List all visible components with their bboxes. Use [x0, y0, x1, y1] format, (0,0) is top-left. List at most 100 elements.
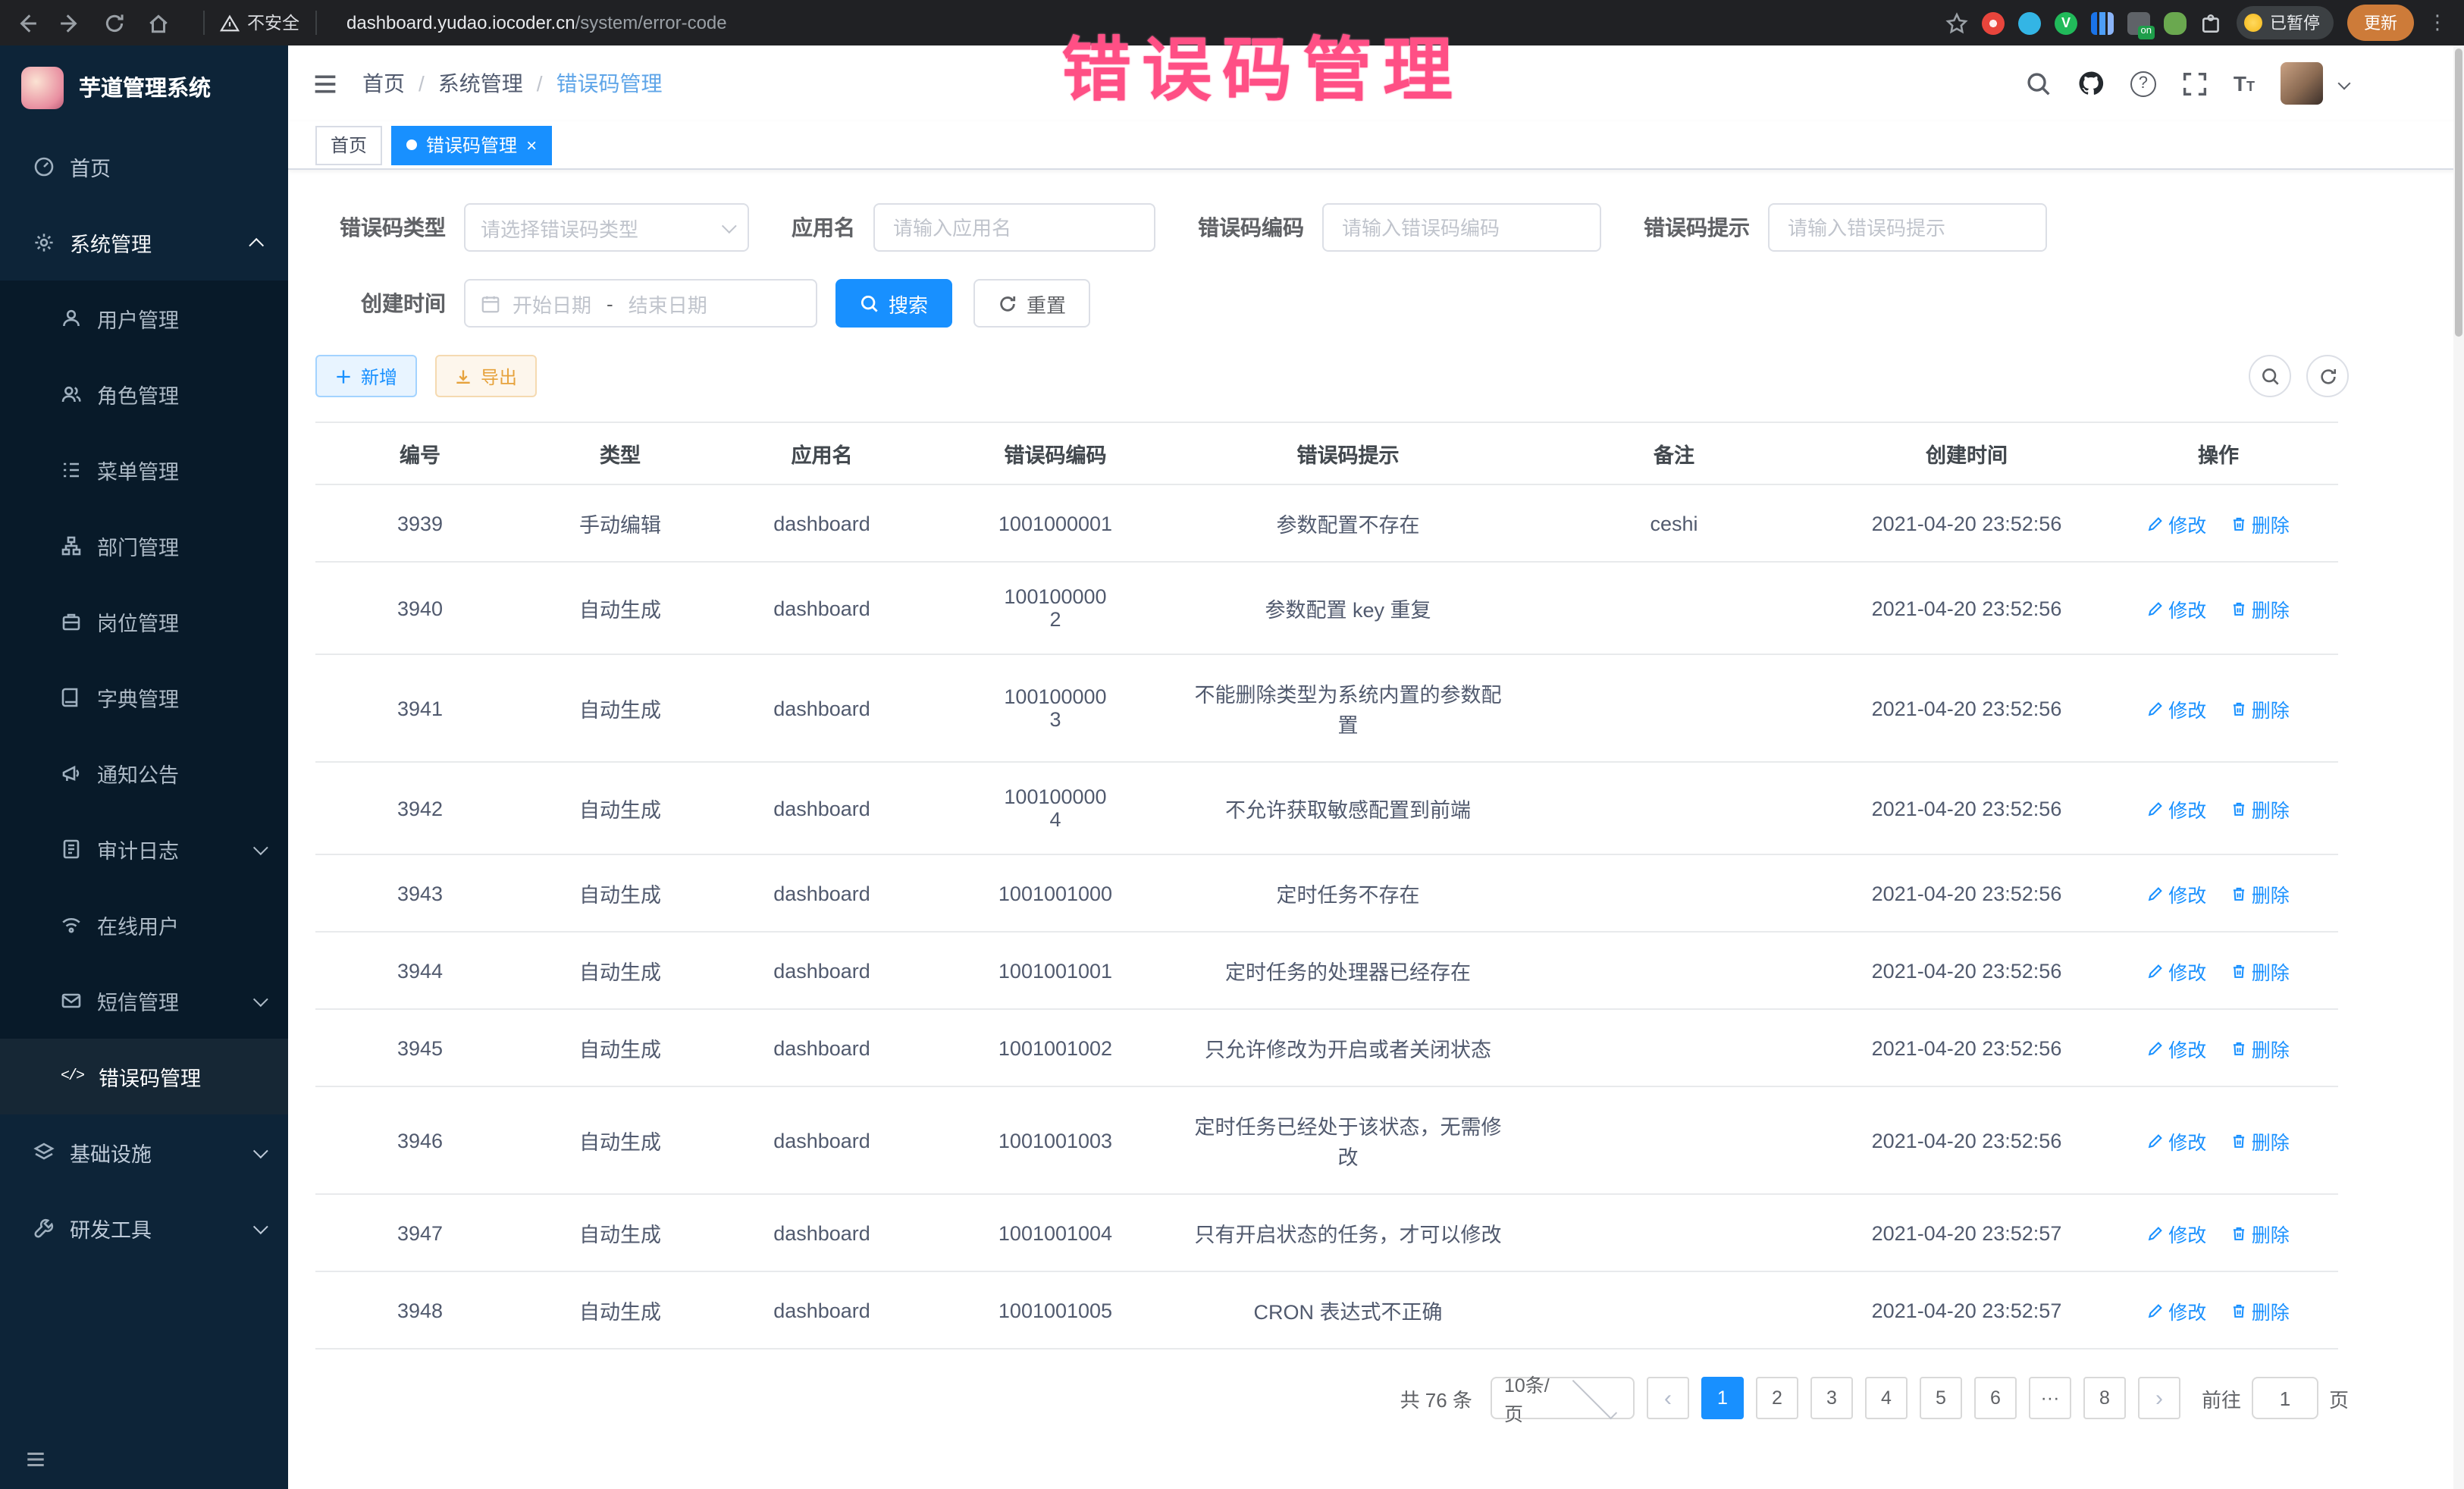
- page-button[interactable]: 5: [1920, 1377, 1962, 1419]
- forward-icon[interactable]: [59, 11, 82, 34]
- font-size-icon[interactable]: TT: [2234, 71, 2255, 96]
- tab-error-codes[interactable]: 错误码管理 ×: [391, 125, 552, 165]
- fullscreen-icon[interactable]: [2182, 71, 2208, 96]
- tab-home[interactable]: 首页: [315, 125, 382, 165]
- edit-link[interactable]: 修改: [2147, 1033, 2206, 1062]
- toggle-search-button[interactable]: [2249, 355, 2291, 397]
- page-button[interactable]: 6: [1974, 1377, 2017, 1419]
- back-icon[interactable]: [15, 11, 38, 34]
- delete-link[interactable]: 删除: [2230, 509, 2290, 538]
- page-size-select[interactable]: 10条/页: [1491, 1377, 1635, 1419]
- edit-link[interactable]: 修改: [2147, 1126, 2206, 1155]
- delete-link[interactable]: 删除: [2230, 879, 2290, 908]
- sidebar-item-posts[interactable]: 岗位管理: [0, 584, 288, 660]
- envelope-icon: [61, 990, 82, 1011]
- delete-link[interactable]: 删除: [2230, 1126, 2290, 1155]
- home-icon[interactable]: [147, 11, 170, 34]
- sidebar-item-sms[interactable]: 短信管理: [0, 963, 288, 1039]
- megaphone-icon: [61, 763, 82, 784]
- search-button[interactable]: 搜索: [835, 279, 952, 328]
- edit-link[interactable]: 修改: [2147, 1218, 2206, 1247]
- delete-link[interactable]: 删除: [2230, 694, 2290, 723]
- paused-badge[interactable]: 已暂停: [2237, 6, 2334, 39]
- page-button[interactable]: ···: [2029, 1377, 2071, 1419]
- date-range-picker[interactable]: 开始日期 - 结束日期: [464, 279, 817, 328]
- edit-link[interactable]: 修改: [2147, 879, 2206, 908]
- delete-link[interactable]: 删除: [2230, 1296, 2290, 1324]
- sidebar-item-dictionary[interactable]: 字典管理: [0, 660, 288, 735]
- delete-link[interactable]: 删除: [2230, 956, 2290, 985]
- error-code-input[interactable]: [1322, 203, 1601, 252]
- security-indicator[interactable]: 不安全: [220, 11, 299, 35]
- sidebar-item-error-codes[interactable]: </> 错误码管理: [0, 1039, 288, 1114]
- edit-link[interactable]: 修改: [2147, 956, 2206, 985]
- avatar[interactable]: [2281, 62, 2323, 105]
- goto-page-input[interactable]: [2252, 1377, 2318, 1419]
- scrollbar[interactable]: [2453, 45, 2464, 1489]
- sidebar-item-notices[interactable]: 通知公告: [0, 735, 288, 811]
- extension-icon[interactable]: [2018, 11, 2041, 34]
- edit-link[interactable]: 修改: [2147, 1296, 2206, 1324]
- reload-icon[interactable]: [103, 11, 126, 34]
- user-icon: [61, 308, 82, 329]
- sidebar-item-online-users[interactable]: 在线用户: [0, 887, 288, 963]
- add-button[interactable]: 新增: [315, 355, 417, 397]
- sidebar-item-menus[interactable]: 菜单管理: [0, 432, 288, 508]
- cell-remark: [1513, 932, 1835, 1009]
- next-page-button[interactable]: ›: [2138, 1377, 2180, 1419]
- app-name-input[interactable]: [873, 203, 1155, 252]
- sidebar-item-system[interactable]: 系统管理: [0, 205, 288, 281]
- table-header-row: 编号类型应用名错误码编码错误码提示备注创建时间操作: [315, 422, 2338, 484]
- breadcrumb-system[interactable]: 系统管理: [438, 68, 523, 99]
- edit-link[interactable]: 修改: [2147, 794, 2206, 823]
- sidebar-item-devtools[interactable]: 研发工具: [0, 1190, 288, 1266]
- update-button[interactable]: 更新: [2347, 5, 2414, 41]
- sidebar-item-departments[interactable]: 部门管理: [0, 508, 288, 584]
- sidebar-item-home[interactable]: 首页: [0, 129, 288, 205]
- page-button[interactable]: 3: [1810, 1377, 1853, 1419]
- page-button[interactable]: 1: [1701, 1377, 1744, 1419]
- sidebar-collapse-icon[interactable]: [24, 1448, 47, 1471]
- page-button[interactable]: 4: [1865, 1377, 1908, 1419]
- reset-button[interactable]: 重置: [973, 279, 1090, 328]
- hamburger-icon[interactable]: [312, 71, 338, 96]
- edit-link[interactable]: 修改: [2147, 509, 2206, 538]
- browser-menu-icon[interactable]: ⋮: [2428, 11, 2449, 35]
- bookmark-star-icon[interactable]: [1945, 11, 1968, 34]
- page-button[interactable]: 2: [1756, 1377, 1798, 1419]
- extensions-puzzle-icon[interactable]: [2200, 11, 2223, 34]
- export-button[interactable]: 导出: [435, 355, 537, 397]
- sidebar-item-infrastructure[interactable]: 基础设施: [0, 1114, 288, 1190]
- edit-link[interactable]: 修改: [2147, 594, 2206, 622]
- error-msg-input[interactable]: [1768, 203, 2047, 252]
- extension-icon[interactable]: V: [2055, 11, 2077, 34]
- delete-link[interactable]: 删除: [2230, 594, 2290, 622]
- extension-icon[interactable]: on: [2127, 11, 2150, 34]
- logo[interactable]: 芋道管理系统: [0, 45, 288, 129]
- column-header: 错误码提示: [1183, 422, 1513, 484]
- cell-type: 自动生成: [525, 1009, 716, 1086]
- sidebar-item-users[interactable]: 用户管理: [0, 281, 288, 356]
- scrollbar-thumb[interactable]: [2455, 49, 2462, 337]
- github-icon[interactable]: [2077, 70, 2105, 97]
- breadcrumb-home[interactable]: 首页: [362, 68, 405, 99]
- sidebar-item-roles[interactable]: 角色管理: [0, 356, 288, 432]
- edit-link[interactable]: 修改: [2147, 694, 2206, 723]
- delete-link[interactable]: 删除: [2230, 794, 2290, 823]
- chevron-down-icon[interactable]: [2338, 77, 2351, 90]
- prev-page-button[interactable]: ‹: [1647, 1377, 1689, 1419]
- refresh-button[interactable]: [2306, 355, 2349, 397]
- search-icon[interactable]: [2026, 71, 2052, 96]
- page-button[interactable]: 8: [2083, 1377, 2126, 1419]
- delete-link[interactable]: 删除: [2230, 1033, 2290, 1062]
- sidebar-item-audit-logs[interactable]: 审计日志: [0, 811, 288, 887]
- extension-icon[interactable]: [1982, 11, 2005, 34]
- tab-close-icon[interactable]: ×: [526, 136, 537, 154]
- delete-link[interactable]: 删除: [2230, 1218, 2290, 1247]
- address-bar[interactable]: dashboard.yudao.iocoder.cn/system/error-…: [346, 12, 727, 33]
- error-type-select[interactable]: 请选择错误码类型: [464, 203, 749, 252]
- chevron-down-icon: [722, 218, 737, 233]
- extension-icon[interactable]: [2091, 11, 2114, 34]
- help-icon[interactable]: ?: [2130, 71, 2156, 96]
- extension-icon[interactable]: [2164, 11, 2187, 34]
